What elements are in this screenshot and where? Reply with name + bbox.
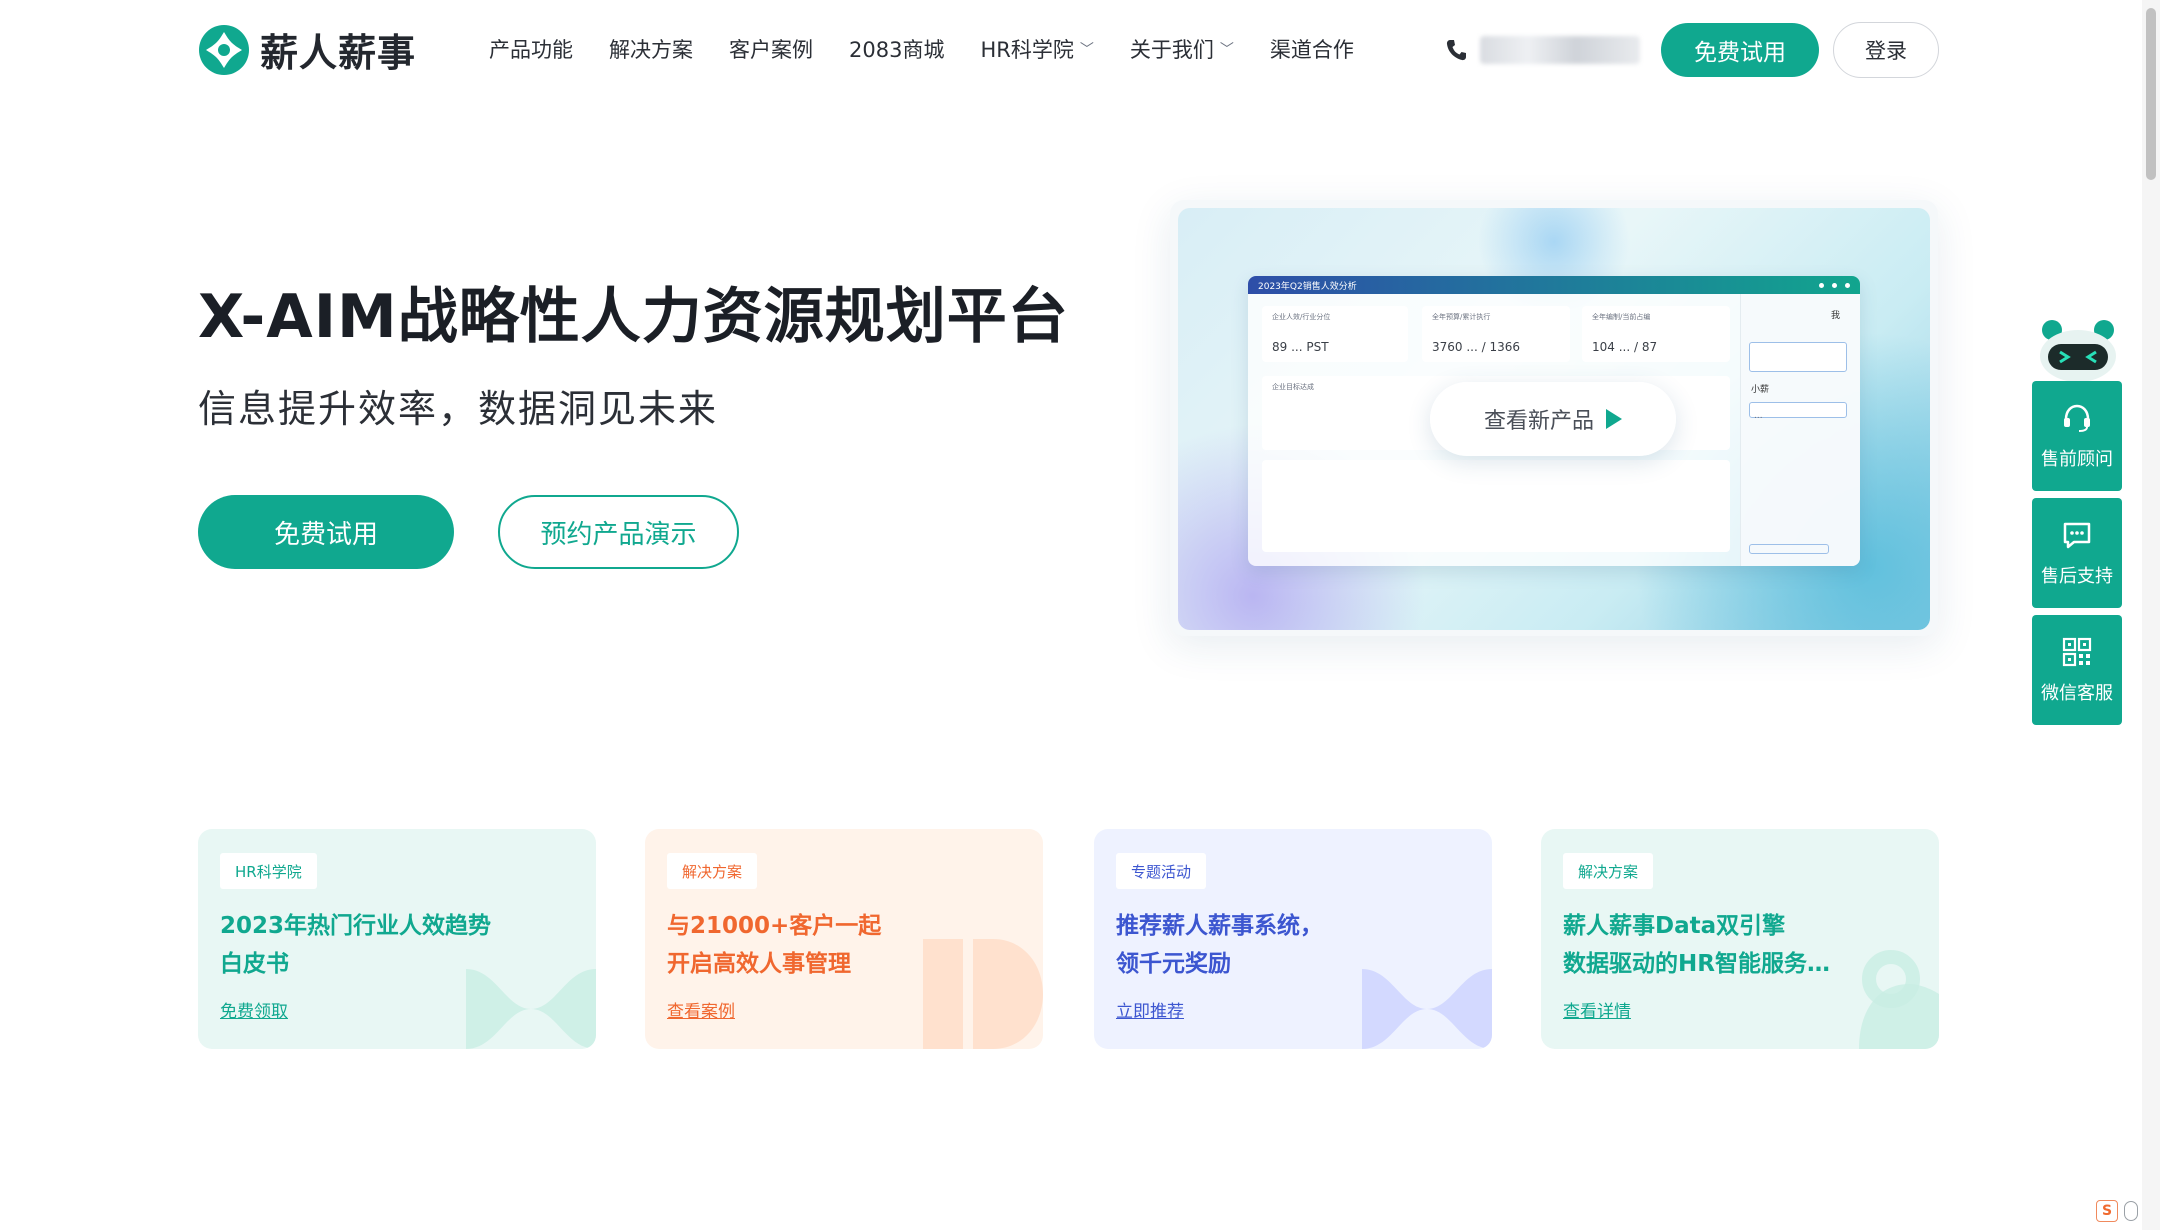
ime-tray: S <box>2096 1200 2138 1222</box>
card-tag: HR科学院 <box>220 853 317 889</box>
nav-label: 渠道合作 <box>1269 38 1354 62</box>
promo-card-data-engine[interactable]: 解决方案 薪人薪事Data双引擎 数据驱动的HR智能服务… 查看详情 <box>1541 829 1939 1049</box>
phone-contact[interactable] <box>1446 36 1640 64</box>
headset-icon <box>2064 404 2090 432</box>
chevron-down-icon: ﹀ <box>1079 42 1094 58</box>
brand-name: 薪人薪事 <box>260 31 417 75</box>
dashboard-table-panel <box>1262 460 1730 552</box>
dashboard-title: 2023年Q2销售人效分析 <box>1258 281 1357 292</box>
nav-label: 解决方案 <box>609 38 693 62</box>
chat-user-label: 我 <box>1830 311 1840 321</box>
play-label: 查看新产品 <box>1483 409 1594 434</box>
promo-card-cases[interactable]: 解决方案 与21000+客户一起 开启高效人事管理 查看案例 <box>645 829 1043 1049</box>
play-icon <box>1606 409 1622 429</box>
card-link[interactable]: 免费领取 <box>220 997 288 1022</box>
nav-item-cases[interactable]: 客户案例 <box>729 34 813 64</box>
card-title: 薪人薪事Data双引擎 数据驱动的HR智能服务… <box>1563 913 1830 977</box>
brand-logo[interactable]: 薪人薪事 <box>198 22 416 77</box>
nav-item-hr-academy[interactable]: HR科学院 ﹀ <box>980 34 1093 64</box>
hero-subtitle: 信息提升效率，数据洞见未来 <box>198 387 719 431</box>
metric-value: 89 ... PST <box>1272 340 1329 354</box>
phone-icon <box>1446 40 1466 61</box>
site-header: 薪人薪事 产品功能 解决方案 客户案例 2083商城 HR科学院 ﹀ 关于我们 ﹀ … <box>0 0 2160 100</box>
wechat-label: 微信客服 <box>2041 683 2113 704</box>
nav-item-about[interactable]: 关于我们 ﹀ <box>1130 34 1234 64</box>
aftersale-support-button[interactable]: 售后支持 <box>2032 498 2122 608</box>
presale-label: 售前顾问 <box>2041 449 2113 470</box>
nav-label: 产品功能 <box>489 38 573 62</box>
main-nav: 产品功能 解决方案 客户案例 2083商城 HR科学院 ﹀ 关于我们 ﹀ 渠道合作 <box>489 34 1354 64</box>
dashboard-metric-card: 全年编制/当前占编 104 ... / 87 <box>1582 306 1730 362</box>
hero-title: X-AIM战略性人力资源规划平台 <box>198 282 1069 352</box>
robot-mascot-icon[interactable] <box>2034 318 2122 382</box>
nav-label: 关于我们 <box>1129 38 1214 62</box>
nav-label: 2083商城 <box>849 38 945 62</box>
card-link[interactable]: 查看案例 <box>667 997 735 1022</box>
aftersale-label: 售后支持 <box>2041 566 2113 587</box>
metric-value: 3760 ... / 1366 <box>1432 340 1521 354</box>
nav-label: 客户案例 <box>729 38 813 62</box>
logo-mark-icon <box>199 24 249 75</box>
view-new-product-button[interactable]: 查看新产品 <box>1430 382 1676 456</box>
nav-item-mall[interactable]: 2083商城 <box>849 34 944 64</box>
window-dots-icon <box>1819 282 1850 288</box>
login-button[interactable]: 登录 <box>1833 22 1939 78</box>
metric-value: 104 ... / 87 <box>1592 340 1658 354</box>
card-link[interactable]: 立即推荐 <box>1116 997 1184 1022</box>
chevron-down-icon: ﹀ <box>1219 42 1234 58</box>
ime-icon[interactable]: S <box>2096 1200 2118 1222</box>
card-title: 推荐薪人薪事系统， 领千元奖励 <box>1116 913 1323 977</box>
card-title: 与21000+客户一起 开启高效人事管理 <box>667 913 882 977</box>
metric-label: 全年预算/累计执行 <box>1432 313 1491 321</box>
header-free-trial-button[interactable]: 免费试用 <box>1661 23 1819 77</box>
mouse-icon <box>2124 1201 2138 1221</box>
metric-label: 全年编制/当前占编 <box>1592 313 1651 321</box>
card-tag: 解决方案 <box>667 853 758 889</box>
presale-consultant-button[interactable]: 售前顾问 <box>2032 381 2122 491</box>
card-tag: 解决方案 <box>1563 853 1654 889</box>
chat-icon <box>2063 522 2091 549</box>
qr-code-icon <box>2062 637 2092 667</box>
metric-label: 企业人效/行业分位 <box>1272 313 1331 321</box>
dashboard-metric-card: 企业人效/行业分位 89 ... PST <box>1262 306 1408 362</box>
promo-card-referral[interactable]: 专题活动 推荐薪人薪事系统， 领千元奖励 立即推荐 <box>1094 829 1492 1049</box>
dashboard-metric-card: 全年预算/累计执行 3760 ... / 1366 <box>1422 306 1570 362</box>
nav-item-products[interactable]: 产品功能 <box>489 34 573 64</box>
chat-bot-label: 小薪 <box>1751 385 1770 395</box>
phone-number-redacted <box>1480 36 1640 64</box>
chat-input <box>1749 544 1829 554</box>
nav-label: HR科学院 <box>980 38 1074 62</box>
chat-typing-indicator: ... <box>1754 411 1763 421</box>
book-demo-button[interactable]: 预约产品演示 <box>498 495 739 569</box>
nav-item-channel[interactable]: 渠道合作 <box>1270 34 1354 64</box>
chart-panel-label: 企业目标达成 <box>1272 383 1314 391</box>
nav-item-solutions[interactable]: 解决方案 <box>609 34 693 64</box>
ai-assistant-panel: 我 小薪 ... <box>1740 294 1860 566</box>
wechat-service-button[interactable]: 微信客服 <box>2032 615 2122 725</box>
scrollbar-track[interactable] <box>2142 0 2160 1230</box>
card-link[interactable]: 查看详情 <box>1563 997 1631 1022</box>
chat-bubble <box>1749 342 1847 372</box>
product-preview-video[interactable]: 2023年Q2销售人效分析 企业人效/行业分位 89 ... PST 全年预算/… <box>1178 208 1930 630</box>
card-title: 2023年热门行业人效趋势 白皮书 <box>220 913 492 977</box>
dashboard-titlebar: 2023年Q2销售人效分析 <box>1248 276 1860 294</box>
chat-reply: ... <box>1749 402 1847 421</box>
scrollbar-thumb[interactable] <box>2146 8 2156 180</box>
card-tag: 专题活动 <box>1116 853 1207 889</box>
hero-free-trial-button[interactable]: 免费试用 <box>198 495 454 569</box>
promo-card-whitepaper[interactable]: HR科学院 2023年热门行业人效趋势 白皮书 免费领取 <box>198 829 596 1049</box>
